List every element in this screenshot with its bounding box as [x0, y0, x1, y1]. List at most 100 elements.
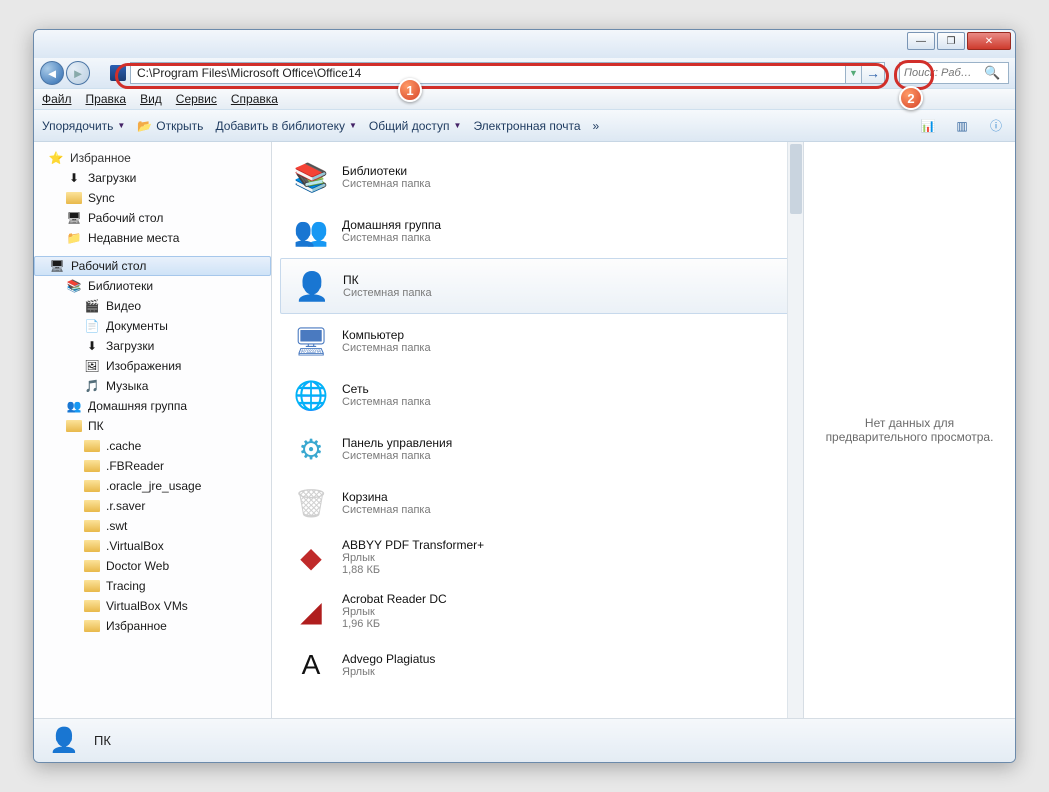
tree-video[interactable]: Видео: [106, 299, 141, 313]
image-icon: 🖼: [84, 359, 100, 373]
library-icon: 📚: [66, 279, 82, 293]
tree-libraries[interactable]: Библиотеки: [88, 279, 153, 293]
callout-badge-2: 2: [899, 86, 923, 110]
tree-music[interactable]: Музыка: [106, 379, 148, 393]
tree-desktop-fav[interactable]: Рабочий стол: [88, 211, 163, 225]
search-input[interactable]: [904, 67, 984, 79]
item-icon: ⚙: [290, 428, 332, 470]
folder-icon: [84, 620, 100, 632]
folder-icon: [84, 560, 100, 572]
address-dropdown[interactable]: ▼: [846, 62, 862, 84]
preview-pane-toggle[interactable]: ▥: [951, 115, 973, 137]
menu-help[interactable]: Справка: [231, 92, 278, 106]
tree-virtualbox[interactable]: .VirtualBox: [106, 539, 164, 553]
location-icon: [110, 65, 126, 81]
desktop-icon: 🖥: [66, 211, 82, 225]
music-icon: 🎵: [84, 379, 100, 393]
tree-desktop-hdr[interactable]: Рабочий стол: [71, 259, 146, 273]
menu-edit[interactable]: Правка: [86, 92, 127, 106]
email-button[interactable]: Электронная почта: [473, 119, 580, 133]
open-button[interactable]: 📂Открыть: [137, 119, 203, 133]
tree-downloads2[interactable]: Загрузки: [106, 339, 154, 353]
tree-oracle[interactable]: .oracle_jre_usage: [106, 479, 201, 493]
item-icon: 👥: [290, 210, 332, 252]
recent-icon: 📁: [66, 231, 82, 245]
menu-view[interactable]: Вид: [140, 92, 162, 106]
folder-icon: [84, 540, 100, 552]
scrollbar[interactable]: [787, 142, 803, 718]
tree-rsaver[interactable]: .r.saver: [106, 499, 145, 513]
navigation-row: ◄ ► ▼ → 🔍: [34, 58, 1015, 88]
tree-documents[interactable]: Документы: [106, 319, 168, 333]
callout-badge-1: 1: [398, 78, 422, 102]
status-item-icon: 👤: [48, 725, 80, 757]
back-button[interactable]: ◄: [40, 61, 64, 85]
organize-button[interactable]: Упорядочить ▼: [42, 119, 125, 133]
item-name: Компьютер: [342, 328, 431, 342]
add-library-button[interactable]: Добавить в библиотеку ▼: [215, 119, 356, 133]
item-sub: Системная папка: [342, 450, 452, 462]
list-item[interactable]: A Advego Plagiatus Ярлык: [280, 638, 795, 692]
item-icon: 🗑: [290, 482, 332, 524]
maximize-button[interactable]: ❐: [937, 32, 965, 50]
tree-sync[interactable]: Sync: [88, 191, 115, 205]
list-item[interactable]: 👥 Домашняя группа Системная папка: [280, 204, 795, 258]
download-icon: ⬇: [84, 339, 100, 353]
homegroup-icon: 👥: [66, 399, 82, 413]
item-sub: Системная папка: [342, 232, 441, 244]
search-box[interactable]: 🔍: [899, 62, 1009, 84]
item-icon: 🖥: [290, 320, 332, 362]
video-icon: 🎬: [84, 299, 100, 313]
tree-favorites2[interactable]: Избранное: [106, 619, 167, 633]
item-sub: Системная папка: [342, 342, 431, 354]
status-item-name: ПК: [94, 733, 111, 748]
item-sub: Системная папка: [342, 504, 431, 516]
tree-fbreader[interactable]: .FBReader: [106, 459, 164, 473]
search-icon: 🔍: [984, 65, 1000, 81]
minimize-button[interactable]: —: [907, 32, 935, 50]
folder-icon: [84, 500, 100, 512]
help-icon[interactable]: ⓘ: [985, 115, 1007, 137]
tree-favorites[interactable]: Избранное: [70, 151, 131, 165]
menu-service[interactable]: Сервис: [176, 92, 217, 106]
file-list[interactable]: 📚 Библиотеки Системная папка 👥 Домашняя …: [272, 142, 803, 718]
tree-homegroup[interactable]: Домашняя группа: [88, 399, 187, 413]
star-icon: ⭐: [48, 151, 64, 165]
tree-downloads[interactable]: Загрузки: [88, 171, 136, 185]
tree-swt[interactable]: .swt: [106, 519, 127, 533]
list-item[interactable]: ◢ Acrobat Reader DC Ярлык 1,96 КБ: [280, 584, 795, 638]
tree-images[interactable]: Изображения: [106, 359, 181, 373]
preview-empty-text: Нет данных для предварительного просмотр…: [820, 416, 999, 444]
item-icon: A: [290, 644, 332, 686]
list-item[interactable]: 🌐 Сеть Системная папка: [280, 368, 795, 422]
share-button[interactable]: Общий доступ ▼: [369, 119, 462, 133]
tree-pc[interactable]: ПК: [88, 419, 104, 433]
tree-doctorweb[interactable]: Doctor Web: [106, 559, 169, 573]
view-slider[interactable]: 📊: [917, 115, 939, 137]
menu-bar: Файл Правка Вид Сервис Справка: [34, 88, 1015, 110]
tree-recent[interactable]: Недавние места: [88, 231, 179, 245]
list-item[interactable]: 🗑 Корзина Системная папка: [280, 476, 795, 530]
item-name: Панель управления: [342, 436, 452, 450]
item-icon: ◢: [290, 590, 332, 632]
list-item[interactable]: 👤 ПК Системная папка: [280, 258, 795, 314]
close-button[interactable]: ✕: [967, 32, 1011, 50]
forward-button[interactable]: ►: [66, 61, 90, 85]
folder-icon: [84, 520, 100, 532]
tree-cache[interactable]: .cache: [106, 439, 141, 453]
menu-file[interactable]: Файл: [42, 92, 72, 106]
toolbar-overflow[interactable]: »: [593, 119, 600, 133]
list-item[interactable]: 🖥 Компьютер Системная папка: [280, 314, 795, 368]
tree-vboxvms[interactable]: VirtualBox VMs: [106, 599, 188, 613]
item-name: ABBYY PDF Transformer+: [342, 538, 484, 552]
list-item[interactable]: ◆ ABBYY PDF Transformer+ Ярлык 1,88 КБ: [280, 530, 795, 584]
tree-tracing[interactable]: Tracing: [106, 579, 146, 593]
go-button[interactable]: →: [861, 62, 885, 84]
list-item[interactable]: ⚙ Панель управления Системная папка: [280, 422, 795, 476]
scroll-thumb[interactable]: [790, 144, 802, 214]
navigation-tree[interactable]: ⭐Избранное ⬇Загрузки Sync 🖥Рабочий стол …: [34, 142, 272, 718]
explorer-window: — ❐ ✕ ◄ ► ▼ → 🔍 Файл Правка Вид Сервис С…: [33, 29, 1016, 763]
desktop-icon: 🖥: [49, 259, 65, 273]
address-input[interactable]: [130, 62, 846, 84]
list-item[interactable]: 📚 Библиотеки Системная папка: [280, 150, 795, 204]
